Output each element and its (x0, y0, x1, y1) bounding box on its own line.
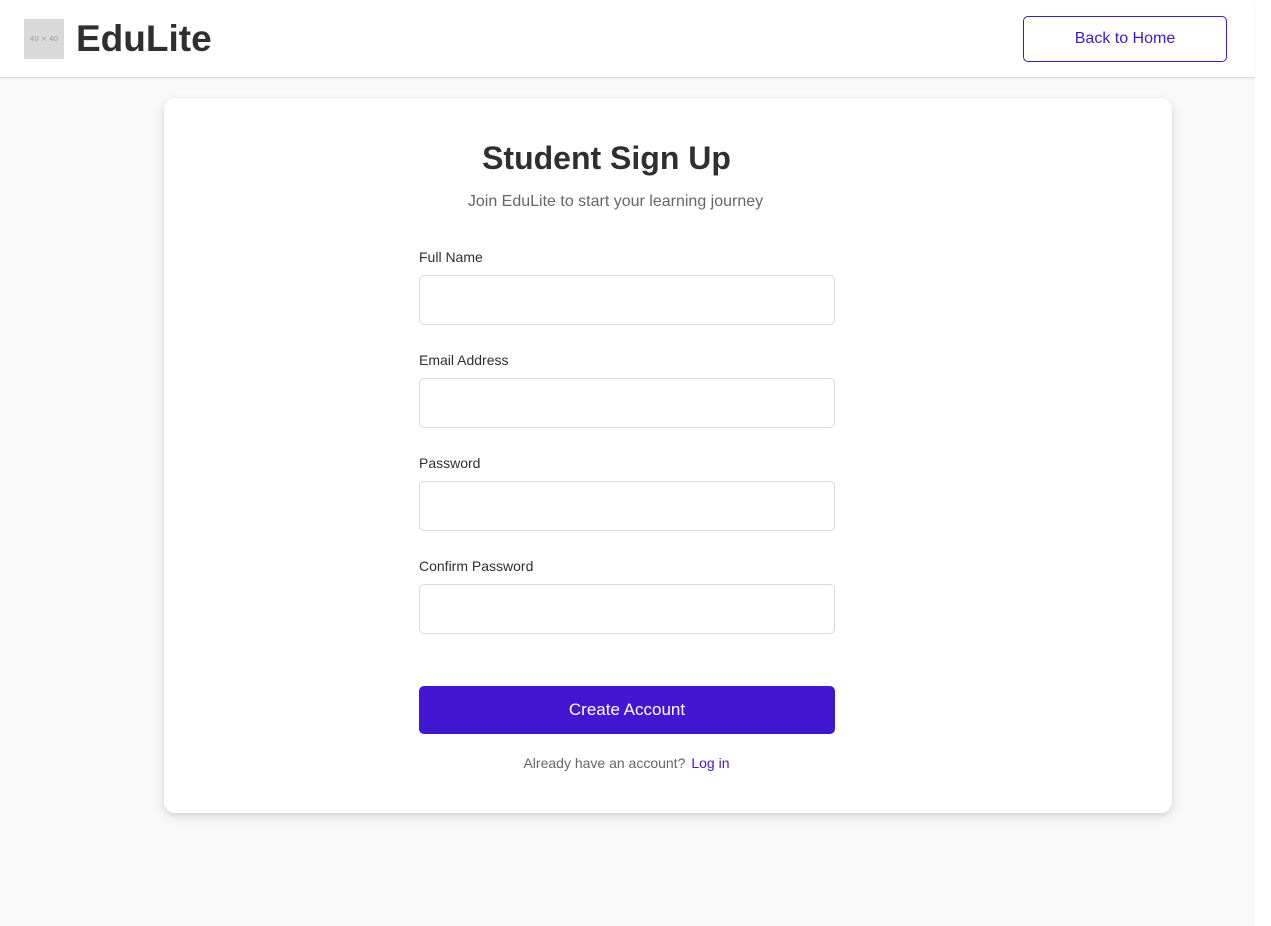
confirm-password-input[interactable] (419, 584, 835, 634)
password-input[interactable] (419, 481, 835, 531)
page-subtitle: Join EduLite to start your learning jour… (467, 193, 764, 210)
login-prompt-text: Already have an account? (523, 755, 686, 771)
back-to-home-button[interactable]: Back to Home (1023, 16, 1227, 62)
email-label: Email Address (419, 352, 509, 368)
create-account-button[interactable]: Create Account (419, 686, 835, 734)
logo-placeholder-text: 40 × 40 (29, 35, 59, 43)
confirm-password-label: Confirm Password (419, 558, 534, 574)
brand-name: EduLite (76, 18, 212, 59)
full-name-input[interactable] (419, 275, 835, 325)
logo-placeholder-image: 40 × 40 (24, 19, 64, 59)
login-prompt-row: Already have an account? Log in (0, 754, 1253, 772)
password-label: Password (419, 455, 481, 471)
full-name-label: Full Name (419, 249, 483, 265)
login-link[interactable]: Log in (691, 755, 729, 771)
top-header: 40 × 40 EduLite Back to Home (0, 0, 1255, 78)
page-title: Student Sign Up (482, 140, 731, 176)
email-input[interactable] (419, 378, 835, 428)
